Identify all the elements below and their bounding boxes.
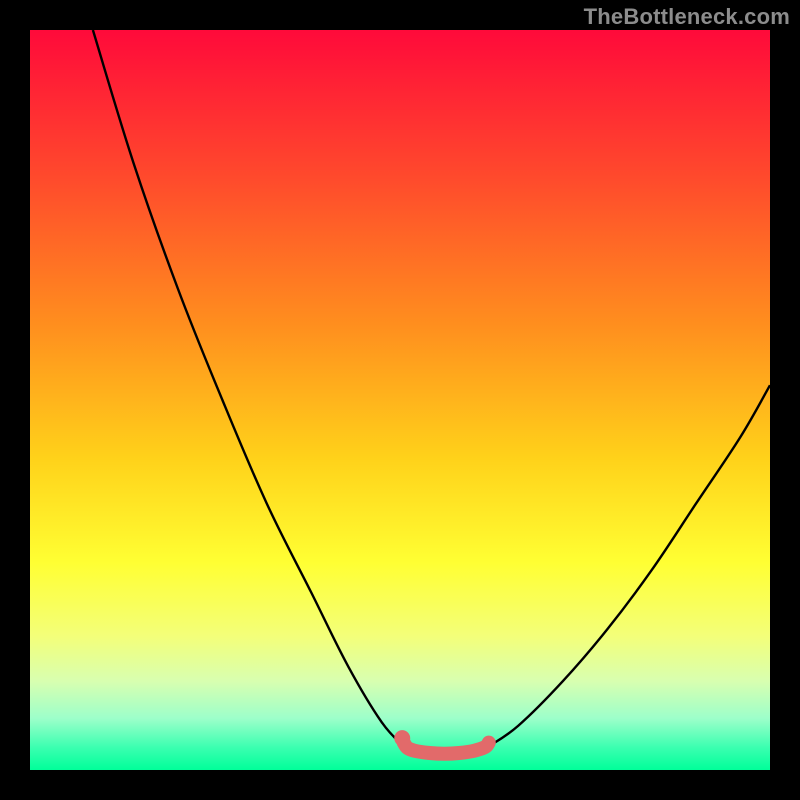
- highlight-dot-icon: [394, 730, 410, 746]
- plot-area: [30, 30, 770, 770]
- watermark-label: TheBottleneck.com: [584, 4, 790, 30]
- gradient-background: [30, 30, 770, 770]
- outer-frame: TheBottleneck.com: [0, 0, 800, 800]
- chart-svg: [30, 30, 770, 770]
